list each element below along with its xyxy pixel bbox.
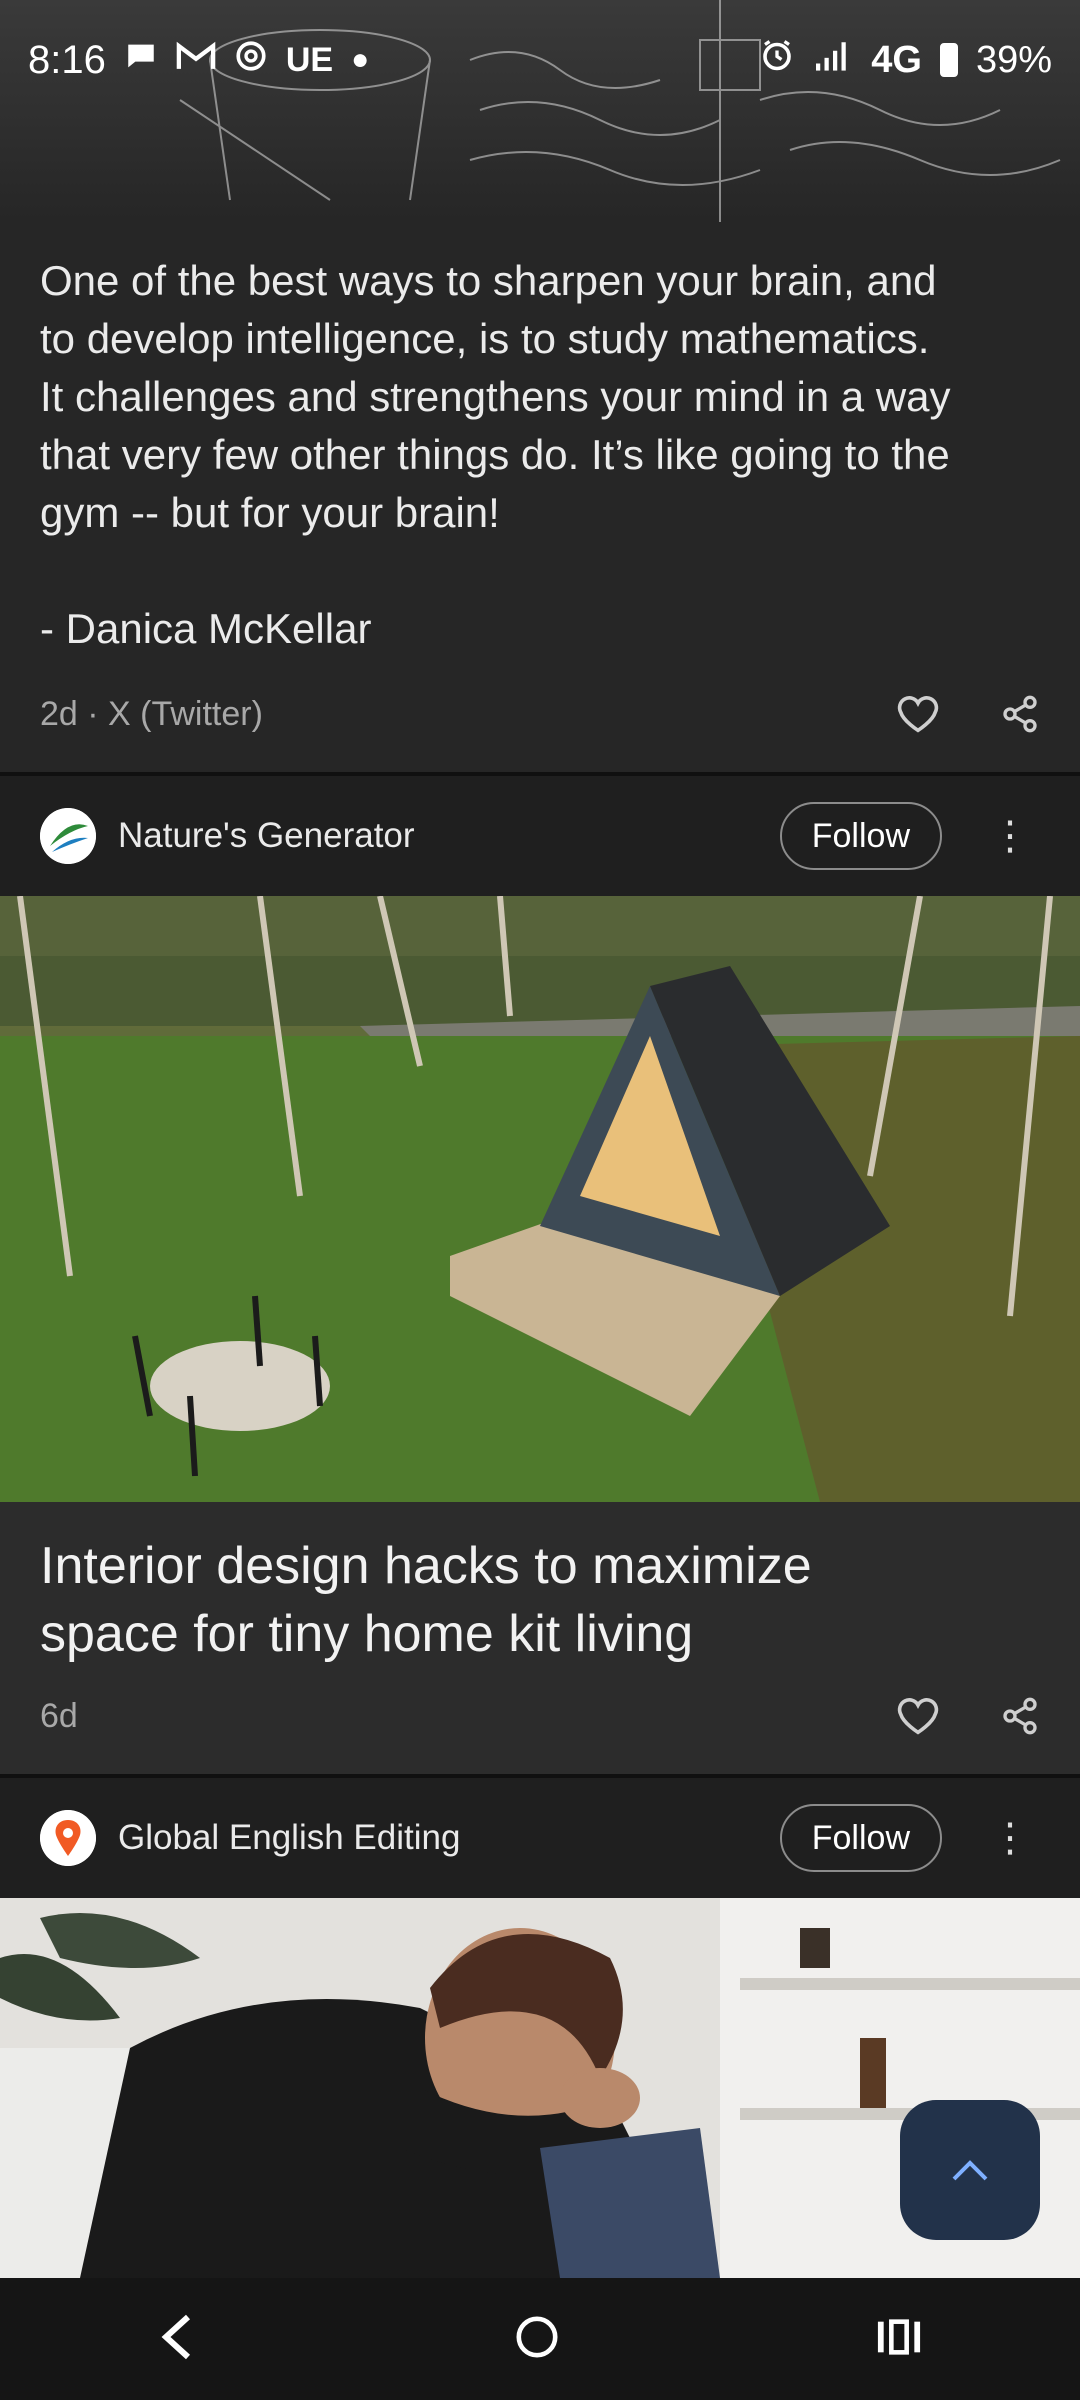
chalkboard-image: 8:16 UE ● 4G 39% [0, 0, 1080, 222]
follow-button[interactable]: Follow [779, 802, 942, 870]
source-logo[interactable] [40, 808, 96, 864]
battery-percent: 39% [975, 38, 1052, 81]
heart-icon[interactable] [896, 694, 940, 734]
carrier-text: UE [285, 40, 334, 79]
follow-button[interactable]: Follow [779, 1804, 942, 1872]
more-options-icon[interactable]: ⋮ [980, 816, 1040, 856]
recents-icon[interactable] [876, 2317, 922, 2362]
back-icon[interactable] [158, 2313, 198, 2366]
navigation-bar [0, 2278, 1080, 2400]
signal-icon [813, 38, 853, 82]
source-row-natures-generator: Nature's Generator Follow ⋮ [0, 776, 1080, 896]
source-logo[interactable] [40, 1810, 96, 1866]
chevron-up-icon [952, 2160, 988, 2181]
article-meta-row: 6d [40, 1686, 1040, 1746]
alarm-icon [759, 37, 795, 83]
article-title[interactable]: Interior design hacks to maximize space … [40, 1502, 1040, 1668]
battery-icon [939, 43, 958, 77]
share-icon[interactable] [1000, 1696, 1040, 1736]
cabin-illustration [0, 896, 1080, 1502]
status-bar: 8:16 UE ● 4G 39% [0, 0, 1080, 120]
threads-icon [234, 39, 268, 82]
article-image-cabin[interactable] [0, 896, 1080, 1502]
status-time: 8:16 [28, 37, 106, 82]
network-type: 4G [871, 38, 922, 81]
quote-meta-row: 2d · X (Twitter) [40, 684, 1040, 744]
quote-meta: 2d · X (Twitter) [40, 694, 263, 733]
more-options-icon[interactable]: ⋮ [980, 1818, 1040, 1858]
dot-icon: ● [351, 43, 370, 76]
gmail-icon [176, 39, 216, 82]
quote-card[interactable]: One of the best ways to sharpen your bra… [0, 222, 1080, 774]
scroll-to-top-button[interactable] [900, 2100, 1040, 2240]
heart-icon[interactable] [896, 1696, 940, 1736]
source-name[interactable]: Global English Editing [118, 1818, 780, 1858]
source-row-global-english-editing: Global English Editing Follow ⋮ [0, 1778, 1080, 1898]
share-icon[interactable] [1000, 694, 1040, 734]
source-name[interactable]: Nature's Generator [118, 816, 780, 856]
quote-text: One of the best ways to sharpen your bra… [40, 257, 951, 652]
article-card-body[interactable]: Interior design hacks to maximize space … [0, 1502, 1080, 1774]
home-icon[interactable] [514, 2314, 560, 2365]
article-age: 6d [40, 1696, 78, 1735]
chat-icon [124, 39, 158, 82]
